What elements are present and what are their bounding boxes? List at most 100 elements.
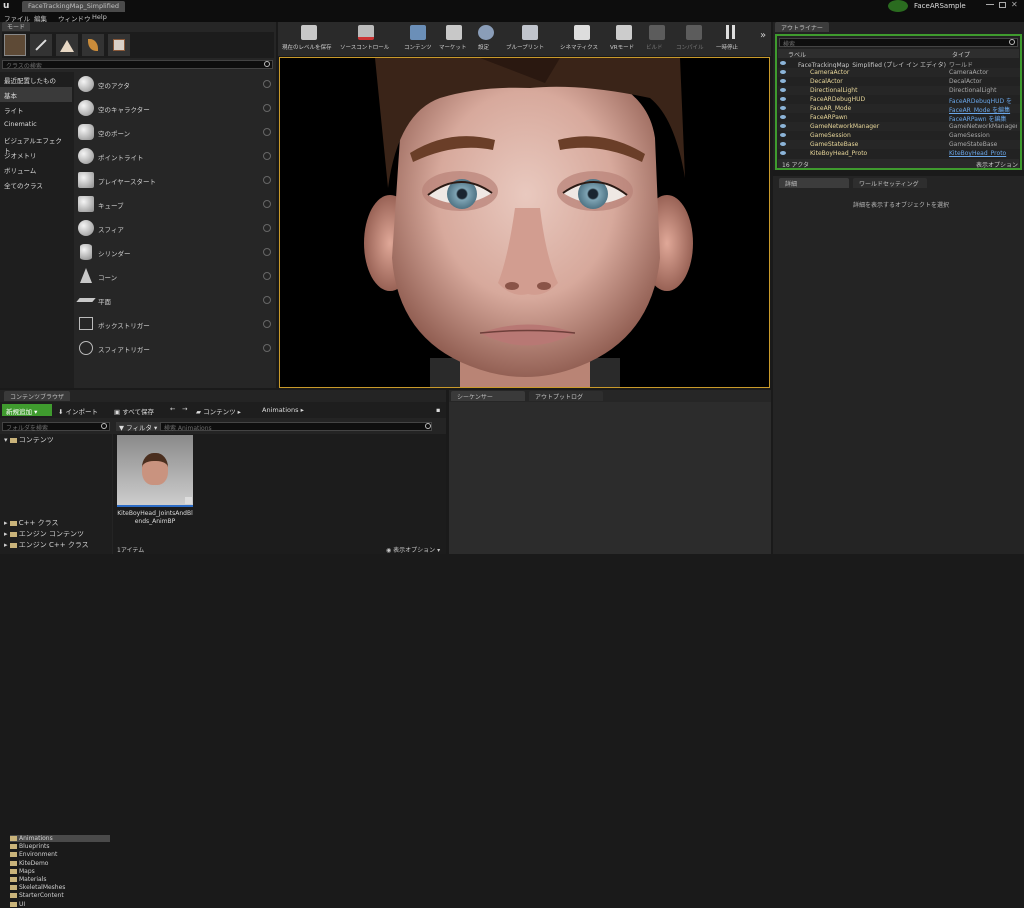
outliner-view-options[interactable]: 表示オプション: [976, 160, 1018, 169]
paint-mode-icon[interactable]: [30, 34, 52, 56]
sequencer-tab[interactable]: シーケンサー: [451, 391, 525, 401]
outliner-row[interactable]: FaceTrackingMap_Simplified (プレイ イン エディタ)…: [778, 59, 1020, 69]
close-button[interactable]: ✕: [1011, 0, 1021, 10]
place-item-empty-actor[interactable]: 空のアクタ: [0, 72, 275, 96]
help-icon[interactable]: [263, 176, 271, 184]
cb-view-options[interactable]: ◉ 表示オプション ▾: [386, 545, 440, 554]
path-content[interactable]: ▰ コンテンツ ▸: [196, 406, 241, 416]
eye-visibility-icon[interactable]: [780, 88, 786, 92]
col-label-header[interactable]: ラベル: [788, 50, 806, 59]
level-viewport[interactable]: [279, 57, 770, 388]
content-browser-tab[interactable]: コンテンツブラウザ: [4, 391, 71, 401]
place-item-player-start[interactable]: プレイヤースタート: [0, 168, 275, 192]
help-icon[interactable]: [263, 272, 271, 280]
outliner-row[interactable]: KiteBoyHead_Proto KiteBoyHead_Proto: [778, 149, 1020, 158]
eye-visibility-icon[interactable]: [780, 133, 786, 137]
help-icon[interactable]: [263, 344, 271, 352]
eye-visibility-icon[interactable]: [780, 79, 786, 83]
folder-search-input[interactable]: フォルダを検索: [2, 422, 110, 432]
eye-visibility-icon[interactable]: [780, 151, 786, 155]
outliner-tab[interactable]: アウトライナー: [775, 22, 829, 32]
place-item-box-trigger[interactable]: ボックストリガー: [0, 312, 275, 336]
filter-button[interactable]: ▼ フィルタ ▾: [116, 422, 161, 432]
folder-item[interactable]: UI: [10, 901, 110, 908]
help-icon[interactable]: [263, 224, 271, 232]
outliner-row[interactable]: GameSession GameSession: [778, 131, 1020, 140]
eye-visibility-icon[interactable]: [780, 61, 786, 65]
place-item-point-light[interactable]: ポイントライト: [0, 144, 275, 168]
tree-engine-cpp[interactable]: ▸ エンジン C++ クラス: [4, 540, 89, 550]
minimize-button[interactable]: [986, 4, 994, 5]
blueprints-button[interactable]: ブループリント: [502, 22, 558, 52]
level-tab[interactable]: FaceTrackingMap_Simplified: [22, 1, 125, 12]
folder-item[interactable]: StarterContent: [10, 892, 110, 899]
cinematics-button[interactable]: シネマティクス: [558, 22, 606, 52]
tree-cpp-classes[interactable]: ▸ C++ クラス: [4, 518, 58, 528]
eye-visibility-icon[interactable]: [780, 70, 786, 74]
place-item-empty-pawn[interactable]: 空のポーン: [0, 120, 275, 144]
tree-root-content[interactable]: ▾ コンテンツ: [4, 435, 54, 445]
add-new-button[interactable]: 新規追加 ▾: [2, 404, 52, 416]
foliage-mode-icon[interactable]: [82, 34, 104, 56]
outliner-row-type[interactable]: KiteBoyHead_Proto: [949, 150, 1017, 157]
history-back-button[interactable]: ←: [170, 405, 175, 413]
path-animations[interactable]: Animations ▸: [262, 406, 304, 414]
save-level-button[interactable]: 現在のレベルを保存: [280, 22, 338, 52]
eye-visibility-icon[interactable]: [780, 115, 786, 119]
place-item-cone[interactable]: コーン: [0, 264, 275, 288]
outliner-row[interactable]: CameraActor CameraActor: [778, 68, 1020, 77]
place-item-plane[interactable]: 平面: [0, 288, 275, 312]
help-icon[interactable]: [263, 80, 271, 88]
eye-visibility-icon[interactable]: [780, 142, 786, 146]
help-icon[interactable]: [263, 152, 271, 160]
class-search-input[interactable]: クラスの検索: [2, 60, 273, 70]
outliner-row[interactable]: GameNetworkManager GameNetworkManager: [778, 122, 1020, 131]
place-item-cylinder[interactable]: シリンダー: [0, 240, 275, 264]
outliner-row[interactable]: FaceARDebugHUD FaceARDebugHUD を: [778, 95, 1020, 105]
maximize-button[interactable]: [999, 2, 1006, 8]
folder-item[interactable]: Environment: [10, 851, 110, 858]
settings-button[interactable]: 設定: [472, 22, 500, 52]
help-icon[interactable]: [263, 320, 271, 328]
outliner-row[interactable]: DirectionalLight DirectionalLight: [778, 86, 1020, 95]
col-type-header[interactable]: タイプ: [952, 50, 970, 59]
save-all-button[interactable]: ▣ すべて保存: [114, 406, 154, 416]
menu-help[interactable]: Help: [92, 13, 107, 21]
pause-button[interactable]: 一時停止: [714, 22, 750, 52]
vr-mode-button[interactable]: VRモード: [608, 22, 640, 52]
help-icon[interactable]: [263, 200, 271, 208]
content-button[interactable]: コンテンツ: [400, 22, 436, 52]
folder-item[interactable]: KiteDemo: [10, 860, 110, 867]
help-icon[interactable]: [263, 248, 271, 256]
outliner-row[interactable]: GameStateBase GameStateBase: [778, 140, 1020, 149]
details-tab[interactable]: 詳細: [779, 178, 849, 188]
outliner-search-input[interactable]: 検索: [779, 38, 1018, 48]
toolbar-overflow-icon[interactable]: »: [760, 30, 766, 41]
folder-item[interactable]: SkeletalMeshes: [10, 884, 110, 891]
help-icon[interactable]: [263, 296, 271, 304]
asset-tile[interactable]: KiteBoyHead_JointsAndBlends_AnimBP: [117, 435, 193, 540]
eye-visibility-icon[interactable]: [780, 97, 786, 101]
place-item-empty-character[interactable]: 空のキャラクター: [0, 96, 275, 120]
outliner-row[interactable]: FaceARPawn FaceARPawn を編集: [778, 113, 1020, 123]
folder-item[interactable]: Materials: [10, 876, 110, 883]
world-settings-tab[interactable]: ワールドセッティング: [853, 178, 927, 188]
landscape-mode-icon[interactable]: [56, 34, 78, 56]
import-button[interactable]: ⬇ インポート: [58, 406, 98, 416]
folder-item[interactable]: Maps: [10, 868, 110, 875]
compile-button[interactable]: コンパイル: [674, 22, 714, 52]
lock-icon[interactable]: ▪: [436, 406, 440, 414]
output-log-tab[interactable]: アウトプットログ: [529, 391, 603, 401]
place-item-sphere-trigger[interactable]: スフィアトリガー: [0, 336, 275, 360]
geometry-mode-icon[interactable]: [108, 34, 130, 56]
help-icon[interactable]: [263, 104, 271, 112]
folder-item[interactable]: Animations: [10, 835, 110, 842]
marketplace-button[interactable]: マーケット: [436, 22, 472, 52]
outliner-row[interactable]: DecalActor DecalActor: [778, 77, 1020, 86]
eye-visibility-icon[interactable]: [780, 106, 786, 110]
tree-engine-content[interactable]: ▸ エンジン コンテンツ: [4, 529, 84, 539]
folder-item[interactable]: Blueprints: [10, 843, 110, 850]
place-item-cube[interactable]: キューブ: [0, 192, 275, 216]
eye-visibility-icon[interactable]: [780, 124, 786, 128]
place-item-sphere[interactable]: スフィア: [0, 216, 275, 240]
